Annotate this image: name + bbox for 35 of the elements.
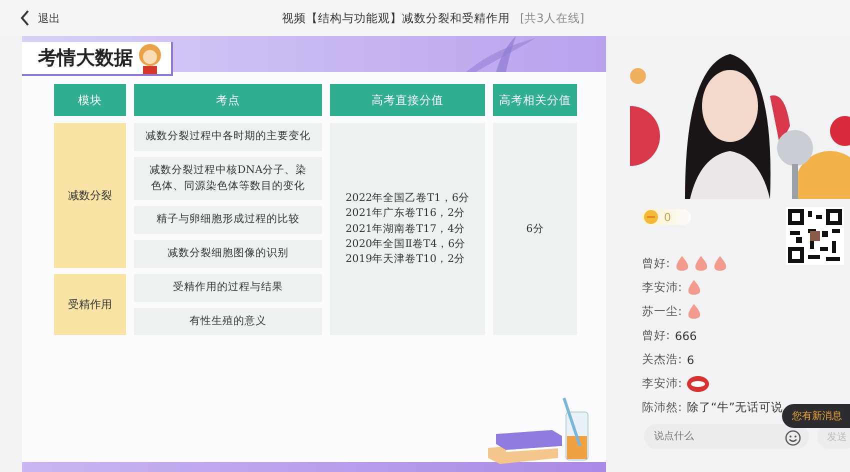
chat-username: 李安沛:	[642, 376, 682, 391]
score-line: 2019年天津卷T10，2分	[345, 252, 466, 267]
chat-username: 关杰浩:	[642, 352, 682, 367]
table-cell: 有性生殖的意义	[134, 308, 322, 336]
chat-message: 666	[674, 328, 697, 342]
coin-count: 0	[664, 210, 671, 224]
table-cell: 精子与卵细胞形成过程的比较	[134, 206, 322, 234]
chat-username: 曾好:	[642, 256, 670, 271]
score-line: 2021年广东卷T16，2分	[345, 206, 466, 222]
lesson-title: 视频【结构与功能观】减数分裂和受精作用	[282, 10, 510, 26]
score-line: 2021年湖南卷T17，4分	[345, 222, 466, 237]
chat-message: 除了“牛”无话可说	[686, 400, 783, 415]
chat-username: 曾好:	[642, 328, 670, 343]
column-header: 高考相关分值	[493, 84, 577, 116]
score-line: 2022年全国乙卷T1，6分	[345, 191, 470, 206]
chat-username: 苏一尘:	[642, 304, 682, 319]
exit-button[interactable]: 退出	[0, 10, 70, 26]
chat-username: 李安沛:	[642, 280, 682, 295]
online-count: [共3人在线]	[520, 10, 584, 26]
module-cell: 减数分裂	[54, 123, 126, 268]
table-cell: 减数分裂过程中各时期的主要变化	[134, 123, 322, 151]
related-score-cell: 6分	[493, 123, 577, 336]
chat-message: 6	[686, 352, 694, 366]
chat-username: 陈沛然:	[642, 400, 682, 415]
chat-input-field[interactable]: 说点什么	[644, 424, 809, 449]
new-message-badge[interactable]: 您有新消息	[782, 404, 850, 428]
slide-heading: 考情大数据	[38, 46, 133, 71]
column-header: 模块	[54, 84, 126, 116]
module-cell: 受精作用	[54, 274, 126, 336]
table-cell: 减数分裂细胞图像的识别	[134, 240, 322, 268]
table-cell: 减数分裂过程中核DNA分子、染色体、同源染色体等数目的变化	[134, 156, 322, 200]
score-line: 2020年全国Ⅱ卷T4，6分	[345, 236, 467, 252]
column-header: 考点	[134, 84, 322, 116]
table-cell: 受精作用的过程与结果	[134, 274, 322, 302]
column-header: 高考直接分值	[330, 84, 485, 116]
